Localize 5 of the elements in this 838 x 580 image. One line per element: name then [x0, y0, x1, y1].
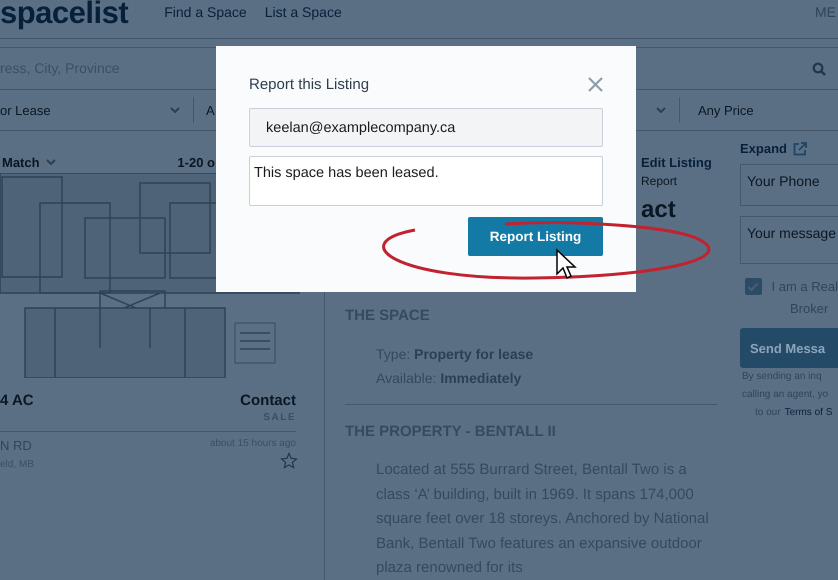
listing-price: act — [641, 196, 676, 224]
listing-price: Contact — [240, 392, 296, 409]
result-count: 1-20 o — [177, 154, 215, 170]
dialog-title: Report this Listing — [249, 76, 370, 93]
listing-title: 4 AC — [0, 392, 34, 409]
